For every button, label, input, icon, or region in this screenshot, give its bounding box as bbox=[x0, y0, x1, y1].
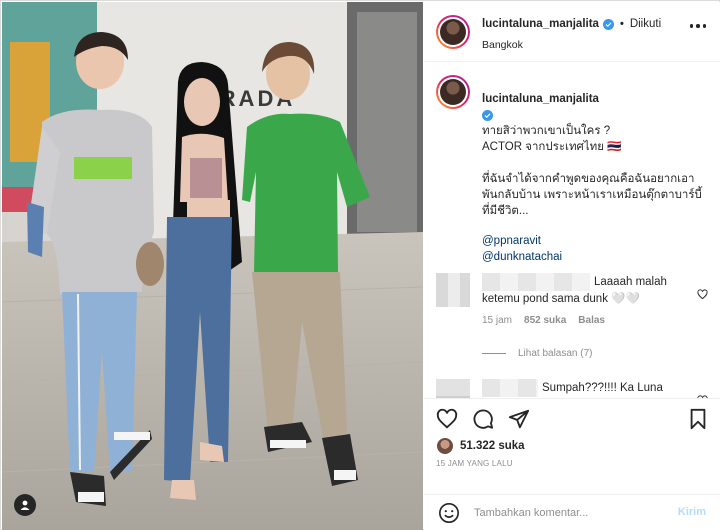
comment-input[interactable] bbox=[474, 501, 664, 525]
post-photo[interactable]: PRADA bbox=[2, 2, 423, 530]
post-modal: PRADA lucintaluna_manjalita • Diikuti Ba… bbox=[0, 0, 720, 530]
caption-text: ทายสิว่าพวกเขาเป็นใคร ? ACTOR จากประเทศไ… bbox=[482, 125, 702, 217]
separator-dot: • bbox=[619, 18, 624, 30]
comment-username-blurred[interactable] bbox=[482, 273, 590, 291]
more-options-icon[interactable] bbox=[689, 24, 706, 28]
post-sidebar: lucintaluna_manjalita • Diikuti Bangkok … bbox=[424, 2, 720, 530]
post-header: lucintaluna_manjalita • Diikuti Bangkok bbox=[424, 2, 720, 62]
comment-item: Laaaah malah ketemu pond sama dunk 🤍🤍 15… bbox=[436, 273, 708, 326]
post-location[interactable]: Bangkok bbox=[482, 39, 523, 51]
comment-text: Sumpah???!!!! Ka Luna bbox=[542, 382, 663, 395]
post-comment-button[interactable]: Kirim bbox=[678, 506, 706, 518]
emoji-icon[interactable] bbox=[438, 502, 460, 524]
user-tag-icon bbox=[20, 500, 30, 510]
add-comment-bar: Kirim bbox=[424, 494, 720, 530]
post-caption: lucintaluna_manjalita ทายสิว่าพวกเขาเป็น… bbox=[436, 75, 706, 284]
verified-icon bbox=[602, 18, 614, 30]
comment-avatar-blurred[interactable] bbox=[436, 273, 470, 307]
comment-username-blurred[interactable] bbox=[482, 379, 538, 397]
share-icon[interactable] bbox=[508, 408, 530, 430]
like-summary[interactable]: 51.322 suka bbox=[436, 437, 525, 455]
comment-heart-icon[interactable] bbox=[697, 289, 708, 300]
comment-likes[interactable]: 852 suka bbox=[524, 315, 566, 326]
caption-author-avatar[interactable] bbox=[436, 75, 470, 109]
reply-button[interactable]: Balas bbox=[578, 315, 605, 326]
view-replies-label: Lihat balasan (7) bbox=[518, 348, 593, 359]
verified-icon bbox=[482, 110, 493, 121]
author-avatar[interactable] bbox=[436, 15, 470, 49]
caption-username[interactable]: lucintaluna_manjalita bbox=[482, 93, 599, 105]
user-tag-button[interactable] bbox=[14, 494, 36, 516]
heart-icon[interactable] bbox=[436, 408, 458, 430]
like-count[interactable]: 51.322 suka bbox=[460, 440, 525, 452]
view-replies-button[interactable]: Lihat balasan (7) bbox=[482, 348, 593, 359]
author-username[interactable]: lucintaluna_manjalita bbox=[482, 18, 599, 30]
comment-item: Sumpah???!!!! Ka Luna bbox=[436, 379, 708, 398]
photo-illustration: PRADA bbox=[2, 2, 423, 530]
post-time-ago: 15 JAM YANG LALU bbox=[436, 459, 513, 468]
comment-time: 15 jam bbox=[482, 315, 513, 326]
caption-mention-2[interactable]: @dunknatachai bbox=[482, 249, 706, 265]
comment-avatar-blurred[interactable] bbox=[436, 379, 470, 398]
caption-mention-1[interactable]: @ppnaravit bbox=[482, 233, 706, 249]
post-actions: 51.322 suka 15 JAM YANG LALU bbox=[424, 398, 720, 494]
follow-status-button[interactable]: Diikuti bbox=[630, 18, 661, 30]
liker-avatar bbox=[436, 437, 454, 455]
comments-list[interactable]: lucintaluna_manjalita ทายสิว่าพวกเขาเป็น… bbox=[424, 63, 720, 398]
save-icon[interactable] bbox=[688, 408, 708, 430]
comment-icon[interactable] bbox=[472, 408, 494, 430]
